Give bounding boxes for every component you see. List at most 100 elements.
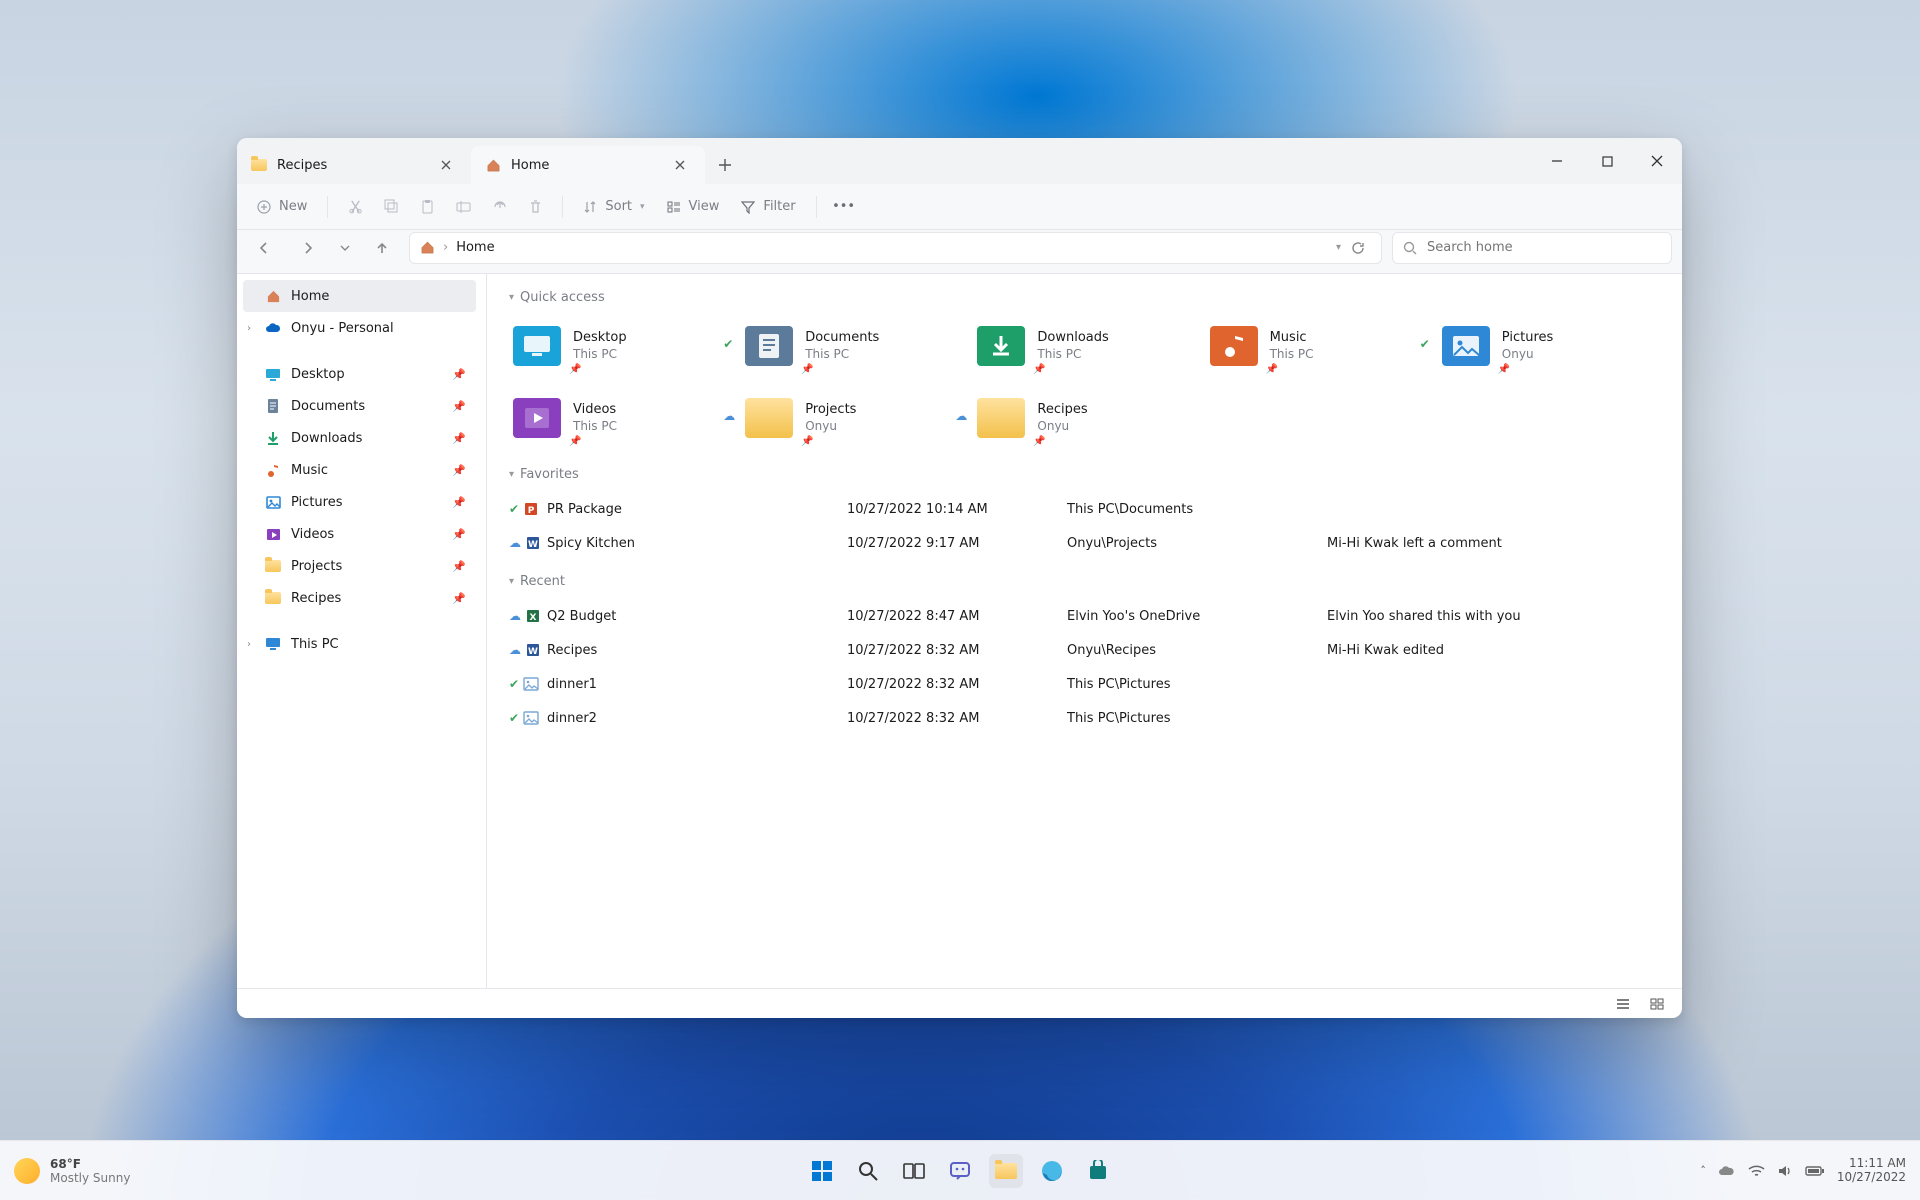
address-dropdown[interactable]: ▾ xyxy=(1336,242,1341,253)
minimize-button[interactable] xyxy=(1532,138,1582,184)
filter-button[interactable]: Filter xyxy=(731,191,805,223)
chat-button[interactable] xyxy=(943,1154,977,1188)
cut-button[interactable] xyxy=(338,191,372,223)
wifi-icon[interactable] xyxy=(1748,1164,1765,1178)
search-button[interactable] xyxy=(851,1154,885,1188)
more-button[interactable]: ••• xyxy=(827,191,861,223)
item-sublabel: This PC xyxy=(573,419,617,434)
sidebar-item-onedrive[interactable]: › Onyu - Personal xyxy=(243,312,476,344)
sync-status-icon: ✔ xyxy=(723,337,737,351)
delete-button[interactable] xyxy=(518,191,552,223)
forward-button[interactable] xyxy=(291,233,325,263)
quick-access-item[interactable]: DesktopThis PC📌 xyxy=(509,315,731,377)
address-bar[interactable]: › Home ▾ xyxy=(409,232,1382,264)
rename-button[interactable] xyxy=(446,191,480,223)
file-name: Q2 Budget xyxy=(547,609,847,624)
task-view-button[interactable] xyxy=(897,1154,931,1188)
start-button[interactable] xyxy=(805,1154,839,1188)
file-explorer-button[interactable] xyxy=(989,1154,1023,1188)
navigation-pane: Home › Onyu - Personal Desktop📌Documents… xyxy=(237,274,487,988)
history-dropdown[interactable] xyxy=(335,233,355,263)
clock[interactable]: 11:11 AM 10/27/2022 xyxy=(1837,1157,1906,1183)
file-name: PR Package xyxy=(547,502,847,517)
pin-icon: 📌 xyxy=(452,464,466,477)
chevron-right-icon[interactable]: › xyxy=(247,323,251,334)
taskbar: 68°F Mostly Sunny ˄ 11:11 AM 10/27/2022 xyxy=(0,1140,1920,1200)
sidebar-item-music[interactable]: Music 📌 xyxy=(243,454,476,486)
quick-access-item[interactable]: ☁ProjectsOnyu📌 xyxy=(741,387,963,449)
quick-access-item[interactable]: MusicThis PC📌 xyxy=(1206,315,1428,377)
chevron-up-icon[interactable]: ˄ xyxy=(1700,1164,1706,1177)
pin-icon: 📌 xyxy=(801,364,813,375)
up-button[interactable] xyxy=(365,233,399,263)
share-button[interactable] xyxy=(482,191,516,223)
volume-icon[interactable] xyxy=(1777,1164,1793,1178)
section-quick-access[interactable]: ▾ Quick access xyxy=(509,290,1660,305)
chevron-right-icon[interactable]: › xyxy=(247,639,251,650)
btn-label: Sort xyxy=(605,199,632,214)
sidebar-item-label: Music xyxy=(291,463,328,478)
section-favorites[interactable]: ▾ Favorites xyxy=(509,467,1660,482)
weather-widget[interactable]: 68°F Mostly Sunny xyxy=(14,1157,130,1185)
refresh-button[interactable] xyxy=(1345,233,1371,263)
sidebar-item-desktop[interactable]: Desktop📌 xyxy=(243,358,476,390)
sidebar-item-documents[interactable]: Documents📌 xyxy=(243,390,476,422)
details-view-button[interactable] xyxy=(1610,993,1636,1015)
back-button[interactable] xyxy=(247,233,281,263)
section-recent[interactable]: ▾ Recent xyxy=(509,574,1660,589)
new-button[interactable]: New xyxy=(247,191,317,223)
edge-button[interactable] xyxy=(1035,1154,1069,1188)
paste-button[interactable] xyxy=(410,191,444,223)
quick-access-item[interactable]: DownloadsThis PC📌 xyxy=(973,315,1195,377)
search-input[interactable] xyxy=(1392,232,1672,264)
store-button[interactable] xyxy=(1081,1154,1115,1188)
item-label: Music xyxy=(1270,330,1314,346)
view-icon xyxy=(667,200,681,214)
file-name: dinner1 xyxy=(547,677,847,692)
battery-icon[interactable] xyxy=(1805,1165,1825,1177)
view-button[interactable]: View xyxy=(657,191,730,223)
copy-button[interactable] xyxy=(374,191,408,223)
file-row[interactable]: ☁WRecipes10/27/2022 8:32 AMOnyu\RecipesM… xyxy=(509,633,1660,667)
section-label: Quick access xyxy=(520,290,605,305)
file-row[interactable]: ✔PPR Package10/27/2022 10:14 AMThis PC\D… xyxy=(509,492,1660,526)
file-row[interactable]: ☁WSpicy Kitchen10/27/2022 9:17 AMOnyu\Pr… xyxy=(509,526,1660,560)
sidebar-item-label: Home xyxy=(291,289,329,304)
quick-access-item[interactable]: VideosThis PC📌 xyxy=(509,387,731,449)
file-explorer-window: Recipes Home New xyxy=(237,138,1682,1018)
sidebar-item-home[interactable]: Home xyxy=(243,280,476,312)
new-tab-button[interactable] xyxy=(705,146,745,184)
item-sublabel: Onyu xyxy=(1502,347,1553,362)
maximize-button[interactable] xyxy=(1582,138,1632,184)
command-bar: New Sort ▾ View Filter ••• xyxy=(237,184,1682,230)
file-row[interactable]: ✔dinner210/27/2022 8:32 AMThis PC\Pictur… xyxy=(509,701,1660,735)
icons-view-button[interactable] xyxy=(1644,993,1670,1015)
sidebar-item-projects[interactable]: Projects📌 xyxy=(243,550,476,582)
sort-button[interactable]: Sort ▾ xyxy=(573,191,654,223)
tab-close-button[interactable] xyxy=(435,154,457,176)
quick-access-item[interactable]: ✔PicturesOnyu📌 xyxy=(1438,315,1660,377)
sidebar-item-this-pc[interactable]: › This PC xyxy=(243,628,476,660)
tab-label: Recipes xyxy=(277,158,327,173)
pictures-icon xyxy=(265,494,281,510)
tab-home[interactable]: Home xyxy=(471,146,705,184)
plus-icon xyxy=(257,200,271,214)
file-row[interactable]: ☁XQ2 Budget10/27/2022 8:47 AMElvin Yoo's… xyxy=(509,599,1660,633)
close-button[interactable] xyxy=(1632,138,1682,184)
file-row[interactable]: ✔dinner110/27/2022 8:32 AMThis PC\Pictur… xyxy=(509,667,1660,701)
tab-recipes[interactable]: Recipes xyxy=(237,146,471,184)
tab-close-button[interactable] xyxy=(669,154,691,176)
onedrive-tray-icon[interactable] xyxy=(1718,1164,1736,1177)
sidebar-item-videos[interactable]: Videos📌 xyxy=(243,518,476,550)
sidebar-item-pictures[interactable]: Pictures📌 xyxy=(243,486,476,518)
downloads-icon xyxy=(265,430,281,446)
search-field[interactable] xyxy=(1425,239,1661,256)
breadcrumb-item[interactable]: Home xyxy=(456,240,494,255)
quick-access-item[interactable]: ✔DocumentsThis PC📌 xyxy=(741,315,963,377)
file-location: Onyu\Recipes xyxy=(1067,643,1327,658)
sidebar-item-recipes[interactable]: Recipes📌 xyxy=(243,582,476,614)
file-location: This PC\Documents xyxy=(1067,502,1327,517)
quick-access-item[interactable]: ☁RecipesOnyu📌 xyxy=(973,387,1195,449)
file-type-icon xyxy=(523,711,539,725)
sidebar-item-downloads[interactable]: Downloads📌 xyxy=(243,422,476,454)
